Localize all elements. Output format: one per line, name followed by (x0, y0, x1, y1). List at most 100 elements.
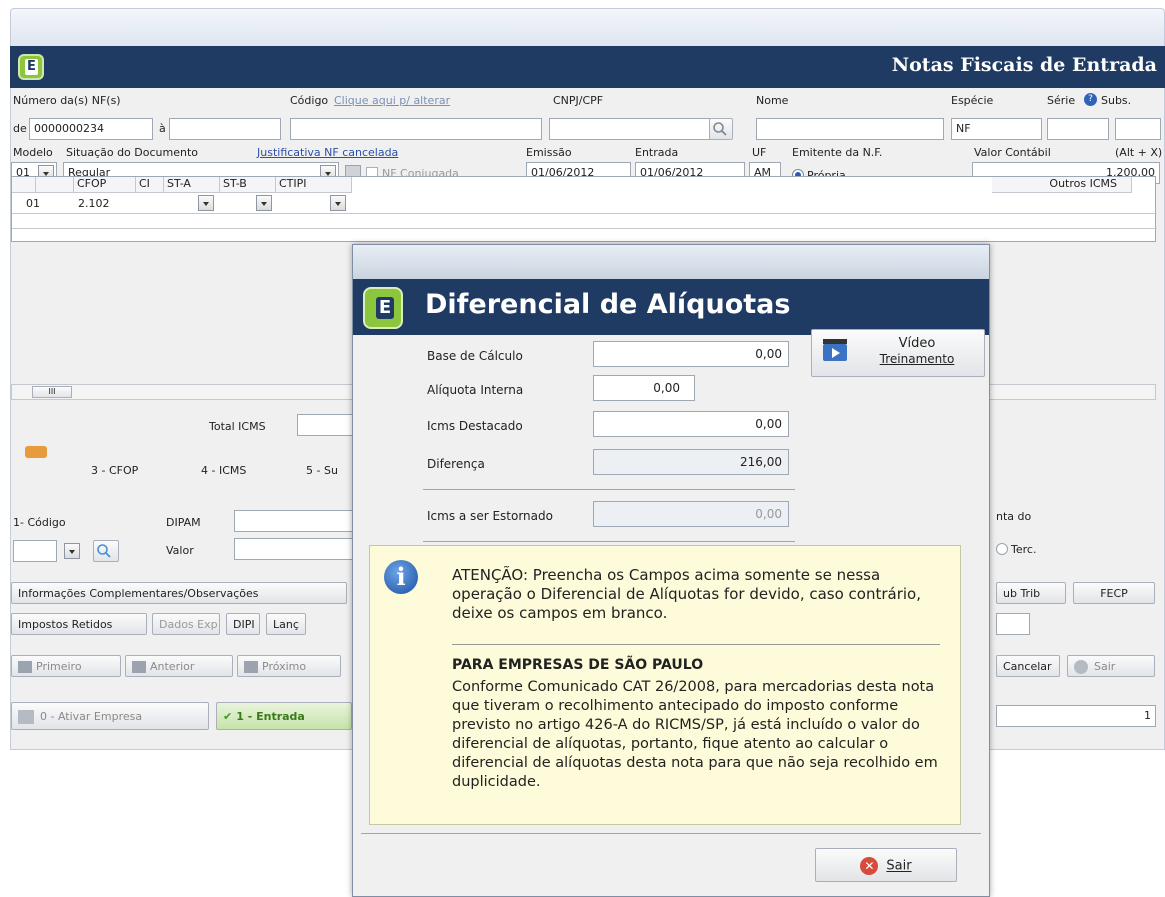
grid-header-stb: ST-B (220, 177, 276, 193)
total-icms-label: Total ICMS (209, 420, 266, 433)
info-icon: i (384, 560, 418, 594)
grid-header-idx (36, 177, 74, 193)
icms-estornado-label: Icms a ser Estornado (427, 509, 553, 523)
grid-row1-index[interactable]: 01 (26, 197, 40, 210)
nome-label: Nome (756, 94, 789, 107)
company-icon (18, 710, 34, 724)
scrollbar-thumb[interactable]: III (32, 386, 72, 398)
grid-header-cfop: CFOP (74, 177, 136, 193)
total-icms-input (297, 414, 357, 436)
cancelar-button[interactable]: Cancelar (996, 655, 1060, 677)
serie-label: Série (1047, 94, 1076, 107)
tab-impostos-retidos[interactable]: Impostos Retidos (11, 613, 147, 635)
codigo-alterar-link[interactable]: Clique aqui p/ alterar (334, 94, 450, 107)
shortcut-su[interactable]: 5 - Su (306, 464, 338, 477)
codigo-1-select[interactable] (13, 540, 57, 562)
tab-info-complementares[interactable]: Informações Complementares/Observações (11, 582, 347, 604)
diferencial-dialog: E Diferencial de Alíquotas Base de Cálcu… (352, 244, 990, 897)
modelo-label: Modelo (13, 146, 53, 159)
grid-header-indicator (12, 177, 36, 193)
exit-icon (1074, 660, 1088, 674)
previous-icon (132, 661, 146, 673)
grid-line (12, 213, 1157, 214)
window-title: Notas Fiscais de Entrada (891, 54, 1157, 76)
pointing-hand-icon (25, 446, 47, 458)
attention-note: i ATENÇÃO: Preencha os Campos acima some… (369, 545, 961, 825)
chevron-down-icon[interactable] (198, 195, 214, 211)
grid-line (12, 228, 1157, 229)
base-calculo-label: Base de Cálculo (427, 349, 523, 363)
chevron-down-icon[interactable] (330, 195, 346, 211)
entrada-button[interactable]: ✔ 1 - Entrada (216, 702, 352, 730)
tab-fecp[interactable]: FECP (1073, 582, 1155, 604)
codigo-input[interactable] (290, 118, 542, 140)
chevron-down-icon[interactable] (256, 195, 272, 211)
grid-header-ctipi: CTIPI (276, 177, 352, 193)
de-label: de (13, 122, 27, 135)
anterior-button[interactable]: Anterior (125, 655, 233, 677)
shortcut-cfop[interactable]: 3 - CFOP (91, 464, 138, 477)
valor-input[interactable] (234, 538, 354, 560)
divider (361, 833, 981, 834)
grid-header-sta: ST-A (164, 177, 220, 193)
search-icon (97, 544, 111, 558)
a-label: à (159, 122, 166, 135)
tab-lanc[interactable]: Lanç (266, 613, 306, 635)
sair-main-button[interactable]: Sair (1067, 655, 1155, 677)
codigo-1-label: 1- Código (13, 516, 66, 529)
grid-row1-cfop[interactable]: 2.102 (78, 197, 110, 210)
conta-label: nta do (996, 510, 1032, 523)
alt-x-label: (Alt + X) (1115, 146, 1163, 159)
grid-header-ci: CI (136, 177, 164, 193)
ativar-empresa-button[interactable]: 0 - Ativar Empresa (11, 702, 209, 730)
dipam-input[interactable] (234, 510, 354, 532)
chevron-down-icon[interactable] (64, 543, 80, 559)
search-icon (713, 122, 727, 136)
subs-input[interactable] (1115, 118, 1161, 140)
aliquota-interna-label: Alíquota Interna (427, 383, 524, 397)
subs-label: Subs. (1101, 94, 1132, 107)
numero-ate-input[interactable] (169, 118, 281, 140)
video-treinamento-button[interactable]: Vídeo Treinamento (811, 329, 985, 377)
video-icon (823, 339, 847, 361)
cnpj-input[interactable] (549, 118, 731, 140)
proximo-button[interactable]: Próximo (237, 655, 341, 677)
icms-destacado-label: Icms Destacado (427, 419, 523, 433)
search-cnpj-button[interactable] (709, 118, 733, 140)
dialog-header: E Diferencial de Alíquotas (353, 279, 989, 335)
tab-sub-trib[interactable]: ub Trib (996, 582, 1066, 604)
dialog-sair-button[interactable]: ✕ Sair (815, 848, 957, 882)
emissao-label: Emissão (526, 146, 572, 159)
especie-input[interactable]: NF (951, 118, 1042, 140)
right-field (996, 613, 1030, 635)
icms-destacado-input[interactable]: 0,00 (593, 411, 789, 437)
dialog-top-bar (353, 245, 989, 279)
diferenca-label: Diferença (427, 457, 485, 471)
items-grid[interactable]: CFOP CI ST-A ST-B CTIPI Outros ICMS 01 2… (11, 176, 1157, 242)
help-icon[interactable]: ? (1084, 93, 1097, 106)
record-counter: 1 (996, 705, 1156, 727)
cnpj-label: CNPJ/CPF (553, 94, 604, 107)
tab-dipi[interactable]: DIPI (226, 613, 260, 635)
base-calculo-input[interactable]: 0,00 (593, 341, 789, 367)
terc-radio[interactable] (996, 543, 1008, 555)
window-title-bar: E Notas Fiscais de Entrada (10, 46, 1165, 88)
serie-input[interactable] (1047, 118, 1109, 140)
dipam-label: DIPAM (166, 516, 201, 529)
atencao-text: ATENÇÃO: Preencha os Campos acima soment… (452, 566, 922, 622)
shortcut-icms[interactable]: 4 - ICMS (201, 464, 246, 477)
codigo-label: Código (290, 94, 329, 107)
close-icon: ✕ (860, 857, 879, 875)
aliquota-interna-input[interactable]: 0,00 (593, 375, 695, 401)
justificativa-link[interactable]: Justificativa NF cancelada (257, 146, 398, 159)
dialog-logo-icon: E (363, 287, 403, 329)
search-codigo-button[interactable] (93, 540, 119, 562)
sp-title: PARA EMPRESAS DE SÃO PAULO (452, 657, 704, 673)
grid-header-outros-icms: Outros ICMS (992, 177, 1132, 193)
primeiro-button[interactable]: Primeiro (11, 655, 121, 677)
next-icon (244, 661, 258, 673)
divider (452, 644, 940, 645)
numero-de-input[interactable]: 0000000234 (29, 118, 153, 140)
tab-dados-exp[interactable]: Dados Exp (152, 613, 220, 635)
nome-input[interactable] (756, 118, 944, 140)
